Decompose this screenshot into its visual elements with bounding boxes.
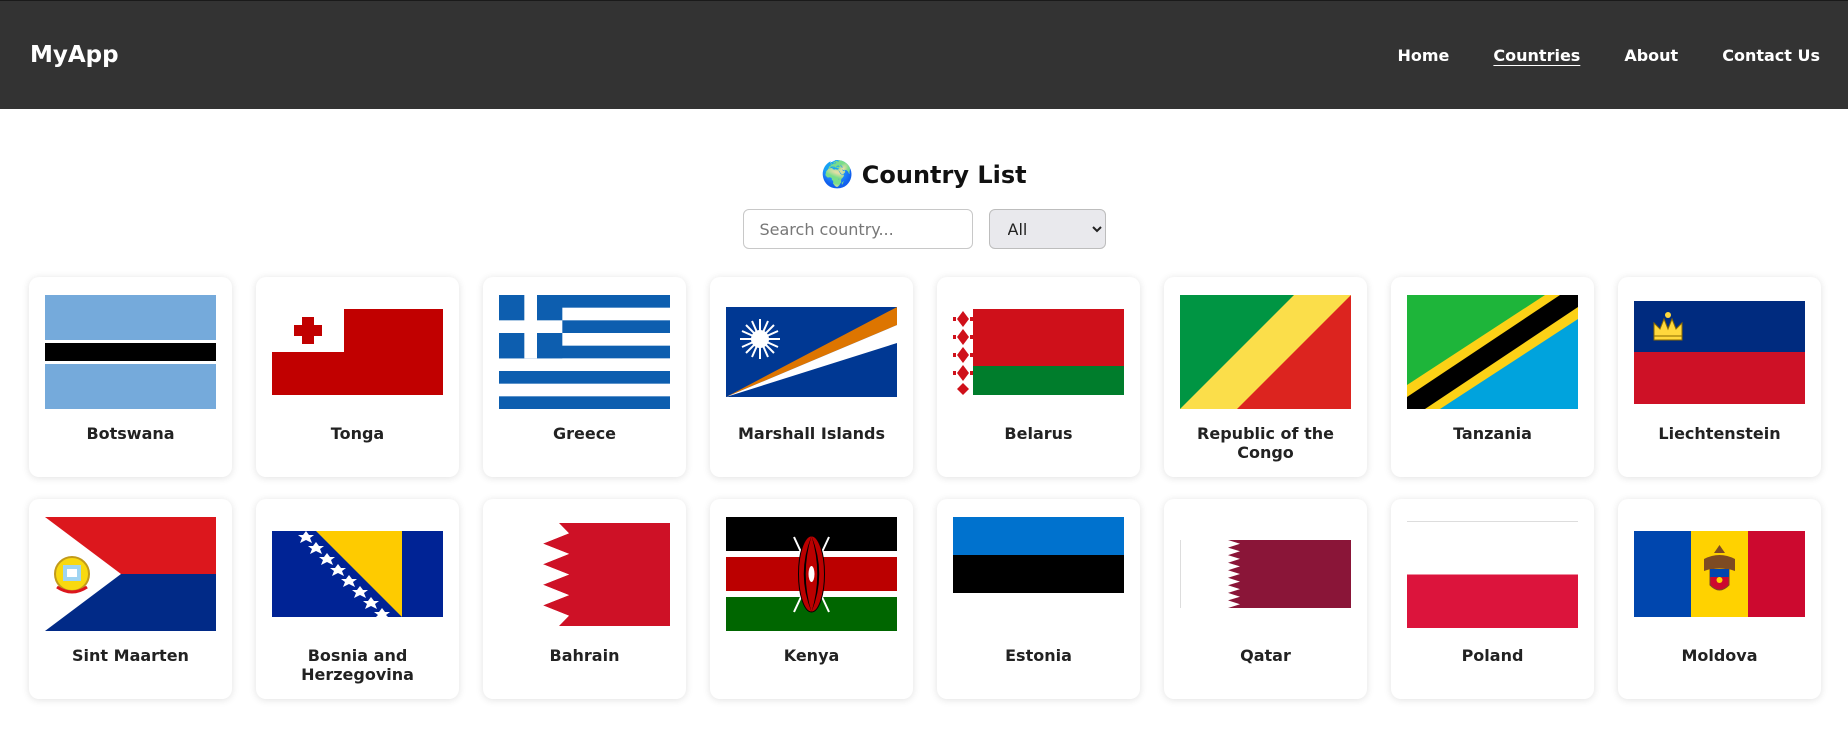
moldova-flag-icon xyxy=(1634,517,1805,631)
qatar-flag-icon xyxy=(1180,517,1351,631)
estonia-flag-icon xyxy=(953,517,1124,631)
country-card[interactable]: Botswana xyxy=(29,277,232,477)
country-name: Moldova xyxy=(1681,646,1758,665)
country-card[interactable]: Estonia xyxy=(937,499,1140,699)
country-card[interactable]: Sint Maarten xyxy=(29,499,232,699)
tanzania-flag-icon xyxy=(1407,295,1578,409)
navbar: MyApp Home Countries About Contact Us xyxy=(0,0,1848,109)
country-card[interactable]: Marshall Islands xyxy=(710,277,913,477)
country-card[interactable]: Bahrain xyxy=(483,499,686,699)
country-card[interactable]: Republic of the Congo xyxy=(1164,277,1367,477)
country-name: Bahrain xyxy=(549,646,620,665)
country-card[interactable]: Tonga xyxy=(256,277,459,477)
country-name: Tanzania xyxy=(1453,424,1532,443)
greece-flag-icon xyxy=(499,295,670,409)
main-content: 🌍 Country List All Botswana xyxy=(0,109,1848,699)
country-card[interactable]: Belarus xyxy=(937,277,1140,477)
country-grid: Botswana Tonga Greece Marshall Islands B… xyxy=(0,277,1848,699)
country-name: Kenya xyxy=(783,646,840,665)
region-filter-select[interactable]: All xyxy=(988,209,1106,249)
country-card[interactable]: Poland xyxy=(1391,499,1594,699)
country-name: Tonga xyxy=(330,424,385,443)
belarus-flag-icon xyxy=(953,295,1124,409)
country-card[interactable]: Tanzania xyxy=(1391,277,1594,477)
liechtenstein-flag-icon xyxy=(1634,295,1805,409)
country-card[interactable]: Kenya xyxy=(710,499,913,699)
bahrain-flag-icon xyxy=(499,517,670,631)
country-card[interactable]: Moldova xyxy=(1618,499,1821,699)
country-name: Botswana xyxy=(86,424,175,443)
country-name: Sint Maarten xyxy=(72,646,189,665)
kenya-flag-icon xyxy=(726,517,897,631)
botswana-flag-icon xyxy=(45,295,216,409)
country-card[interactable]: Greece xyxy=(483,277,686,477)
globe-icon: 🌍 xyxy=(821,160,854,190)
country-name: Greece xyxy=(552,424,617,443)
bosnia-flag-icon xyxy=(272,517,443,631)
marshall-islands-flag-icon xyxy=(726,295,897,409)
nav-link-countries[interactable]: Countries xyxy=(1493,46,1580,65)
congo-flag-icon xyxy=(1180,295,1351,409)
page-title-text: Country List xyxy=(861,161,1027,189)
country-name: Marshall Islands xyxy=(738,424,885,443)
country-name: Republic of the Congo xyxy=(1197,424,1334,462)
country-name: Bosnia and Herzegovina xyxy=(301,646,414,684)
country-name: Belarus xyxy=(1004,424,1073,443)
search-input[interactable] xyxy=(742,209,973,249)
country-card[interactable]: Liechtenstein xyxy=(1618,277,1821,477)
filter-controls: All xyxy=(0,209,1848,249)
country-name: Liechtenstein xyxy=(1658,424,1781,443)
nav-link-contact[interactable]: Contact Us xyxy=(1722,46,1820,65)
country-name: Estonia xyxy=(1005,646,1072,665)
tonga-flag-icon xyxy=(272,295,443,409)
poland-flag-icon xyxy=(1407,517,1578,631)
page-title: 🌍 Country List xyxy=(0,159,1848,191)
brand-logo[interactable]: MyApp xyxy=(30,42,119,68)
country-card[interactable]: Qatar xyxy=(1164,499,1367,699)
nav-link-about[interactable]: About xyxy=(1624,46,1678,65)
nav-link-home[interactable]: Home xyxy=(1398,46,1450,65)
sint-maarten-flag-icon xyxy=(45,517,216,631)
country-name: Poland xyxy=(1461,646,1524,665)
country-name: Qatar xyxy=(1240,646,1291,665)
country-card[interactable]: Bosnia and Herzegovina xyxy=(256,499,459,699)
nav-links: Home Countries About Contact Us xyxy=(1398,46,1821,65)
